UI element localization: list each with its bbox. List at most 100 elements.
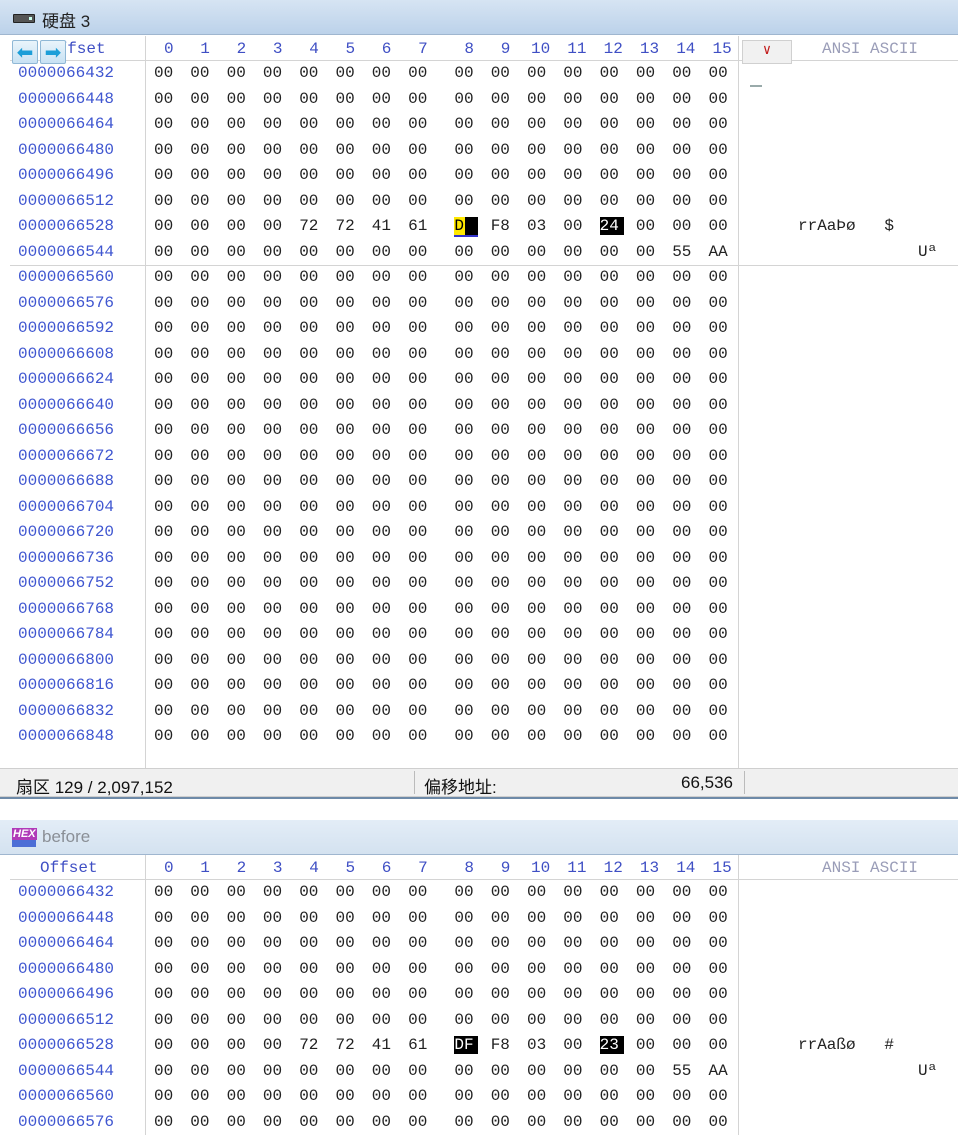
hex-byte[interactable]: 00	[190, 268, 214, 286]
hex-byte[interactable]: 00	[636, 90, 660, 108]
hex-byte[interactable]: 00	[600, 1113, 624, 1131]
hex-byte[interactable]: 00	[336, 651, 360, 669]
hex-row[interactable]: 0000066480 00 00 00 00 00 00 00 00 00 00 00 00 00 00 00…	[10, 957, 740, 982]
hex-byte[interactable]: 00	[454, 472, 478, 490]
hex-byte[interactable]: 00	[563, 523, 587, 541]
hex-byte[interactable]: 00	[227, 625, 251, 643]
hex-byte[interactable]: 00	[709, 727, 733, 745]
hex-byte[interactable]: 00	[408, 883, 432, 901]
hex-byte[interactable]: 00	[227, 192, 251, 210]
hex-byte[interactable]: 00	[454, 651, 478, 669]
hex-byte[interactable]: 00	[454, 1087, 478, 1105]
hex-row[interactable]: 0000066544 00 00 00 00 00 00 00 00 00 00 00 00 00 00 55…	[10, 1059, 937, 1084]
hex-byte[interactable]: 00	[263, 166, 287, 184]
hex-byte[interactable]: 00	[563, 651, 587, 669]
hex-byte[interactable]: 00	[527, 370, 551, 388]
hex-byte[interactable]: 00	[563, 319, 587, 337]
hex-byte[interactable]: 00	[372, 909, 396, 927]
hex-byte[interactable]: 00	[636, 472, 660, 490]
hex-byte[interactable]: 00	[636, 345, 660, 363]
hex-byte[interactable]: 00	[336, 192, 360, 210]
hex-byte[interactable]: 00	[408, 90, 432, 108]
hex-byte[interactable]: 00	[527, 1113, 551, 1131]
hex-byte[interactable]: 00	[154, 600, 178, 618]
hex-byte[interactable]: 00	[336, 319, 360, 337]
hex-byte[interactable]: 00	[372, 166, 396, 184]
hex-byte[interactable]: 00	[636, 600, 660, 618]
hex-byte[interactable]: 00	[672, 600, 696, 618]
hex-byte[interactable]: 00	[563, 141, 587, 159]
hex-byte[interactable]: 00	[491, 115, 515, 133]
hex-byte[interactable]: 00	[336, 625, 360, 643]
hex-byte[interactable]: 00	[190, 90, 214, 108]
hex-byte[interactable]: 00	[227, 909, 251, 927]
hex-byte[interactable]: 00	[154, 319, 178, 337]
hex-byte[interactable]: 00	[563, 90, 587, 108]
hex-byte[interactable]: 00	[190, 909, 214, 927]
hex-byte[interactable]: 00	[563, 115, 587, 133]
hex-byte[interactable]: 00	[336, 1113, 360, 1131]
hex-byte[interactable]: 00	[527, 472, 551, 490]
hex-byte[interactable]: 00	[709, 370, 733, 388]
hex-byte[interactable]: 00	[299, 294, 323, 312]
hex-byte[interactable]: 00	[491, 600, 515, 618]
hex-row[interactable]: 0000066608 00 00 00 00 00 00 00 00 00 00 00 00 00 00 00…	[10, 342, 740, 367]
hex-byte[interactable]: 00	[336, 498, 360, 516]
hex-byte[interactable]: 00	[454, 447, 478, 465]
hex-byte[interactable]: 00	[372, 960, 396, 978]
hex-byte[interactable]: 00	[709, 702, 733, 720]
hex-byte[interactable]: 00	[227, 676, 251, 694]
hex-byte[interactable]: F8	[491, 217, 515, 235]
hex-byte[interactable]: 00	[408, 600, 432, 618]
hex-byte[interactable]: 00	[299, 90, 323, 108]
hex-byte[interactable]: 00	[527, 960, 551, 978]
hex-byte[interactable]: 00	[563, 1113, 587, 1131]
hex-byte[interactable]: 00	[299, 702, 323, 720]
hex-byte[interactable]: 00	[372, 600, 396, 618]
hex-byte[interactable]: 00	[190, 319, 214, 337]
hex-byte[interactable]: 00	[336, 396, 360, 414]
hex-byte[interactable]: 00	[299, 447, 323, 465]
hex-byte[interactable]: 00	[600, 574, 624, 592]
hex-byte[interactable]: 00	[636, 676, 660, 694]
hex-byte[interactable]: 00	[563, 702, 587, 720]
hex-byte[interactable]: 00	[563, 268, 587, 286]
hex-byte[interactable]: 00	[527, 702, 551, 720]
hex-byte[interactable]: 00	[672, 294, 696, 312]
hex-byte[interactable]: 00	[527, 883, 551, 901]
hex-byte[interactable]: 00	[372, 90, 396, 108]
hex-byte[interactable]: 00	[527, 166, 551, 184]
hex-row[interactable]: 0000066560 00 00 00 00 00 00 00 00 00 00 00 00 00 00 00…	[10, 265, 740, 290]
hex-byte[interactable]: DE	[454, 217, 479, 237]
hex-byte[interactable]: 72	[336, 217, 360, 235]
hex-byte[interactable]: 00	[672, 64, 696, 82]
hex-byte[interactable]: 00	[190, 1011, 214, 1029]
hex-byte[interactable]: 00	[709, 523, 733, 541]
hex-byte[interactable]: 00	[263, 1011, 287, 1029]
hex-byte[interactable]: 00	[154, 1113, 178, 1131]
hex-byte[interactable]: 00	[227, 651, 251, 669]
hex-byte[interactable]: 00	[709, 1087, 733, 1105]
hex-byte[interactable]: 00	[336, 345, 360, 363]
hex-byte[interactable]: 00	[563, 960, 587, 978]
hex-byte[interactable]: 00	[454, 141, 478, 159]
hex-byte[interactable]: 00	[190, 192, 214, 210]
hex-byte[interactable]: 00	[491, 960, 515, 978]
hex-byte[interactable]: 00	[227, 985, 251, 1003]
hex-byte[interactable]: 03	[527, 217, 551, 235]
hex-byte[interactable]: 00	[672, 319, 696, 337]
hex-byte[interactable]: 00	[372, 1113, 396, 1131]
hex-byte[interactable]: 00	[299, 960, 323, 978]
hex-byte[interactable]: DF	[454, 1036, 479, 1054]
hex-byte[interactable]: 00	[299, 115, 323, 133]
hex-byte[interactable]: 00	[454, 64, 478, 82]
hex-byte[interactable]: 00	[154, 141, 178, 159]
hex-byte[interactable]: 00	[600, 651, 624, 669]
hex-byte[interactable]: 00	[336, 676, 360, 694]
hex-byte[interactable]: 00	[454, 676, 478, 694]
hex-byte[interactable]: 00	[672, 421, 696, 439]
hex-byte[interactable]: 00	[408, 141, 432, 159]
hex-byte[interactable]: 00	[454, 345, 478, 363]
hex-byte[interactable]: 00	[408, 523, 432, 541]
hex-byte[interactable]: 00	[600, 883, 624, 901]
